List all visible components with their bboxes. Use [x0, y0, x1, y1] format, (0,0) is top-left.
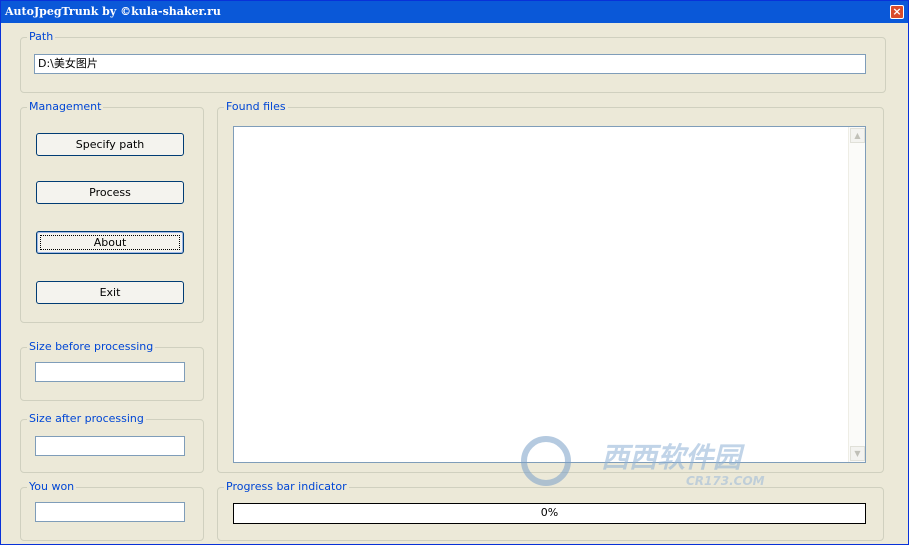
- size-after-field[interactable]: [35, 436, 185, 456]
- close-icon: ×: [892, 5, 902, 18]
- path-input[interactable]: D:\美女图片: [34, 54, 866, 74]
- size-before-legend: Size before processing: [27, 340, 156, 353]
- size-before-field[interactable]: [35, 362, 185, 382]
- progress-legend: Progress bar indicator: [224, 480, 349, 493]
- vertical-scrollbar[interactable]: ▲ ▼: [848, 127, 865, 462]
- about-button[interactable]: About: [36, 231, 184, 254]
- size-after-legend: Size after processing: [27, 412, 146, 425]
- management-legend: Management: [27, 100, 104, 113]
- exit-button[interactable]: Exit: [36, 281, 184, 304]
- scroll-up-icon[interactable]: ▲: [850, 128, 865, 143]
- process-button[interactable]: Process: [36, 181, 184, 204]
- title-bar[interactable]: AutoJpegTrunk by ©kula-shaker.ru ×: [1, 1, 908, 23]
- focus-rect: [40, 235, 180, 250]
- progress-bar: 0%: [233, 503, 866, 524]
- found-files-list[interactable]: ▲ ▼: [233, 126, 866, 463]
- scroll-down-icon[interactable]: ▼: [850, 446, 865, 461]
- path-legend: Path: [27, 30, 56, 43]
- window-title: AutoJpegTrunk by ©kula-shaker.ru: [5, 5, 221, 18]
- found-files-legend: Found files: [224, 100, 288, 113]
- watermark-text: 西西软件园: [601, 441, 745, 474]
- progress-text: 0%: [540, 506, 559, 519]
- you-won-field[interactable]: [35, 502, 185, 522]
- app-window: AutoJpegTrunk by ©kula-shaker.ru × Path …: [0, 0, 909, 545]
- close-button[interactable]: ×: [890, 5, 904, 19]
- you-won-legend: You won: [27, 480, 77, 493]
- specify-path-button[interactable]: Specify path: [36, 133, 184, 156]
- watermark-logo: 西西软件园 CR173.COM: [521, 436, 765, 488]
- watermark-subtext: CR173.COM: [686, 474, 765, 488]
- watermark-ring: [521, 436, 571, 486]
